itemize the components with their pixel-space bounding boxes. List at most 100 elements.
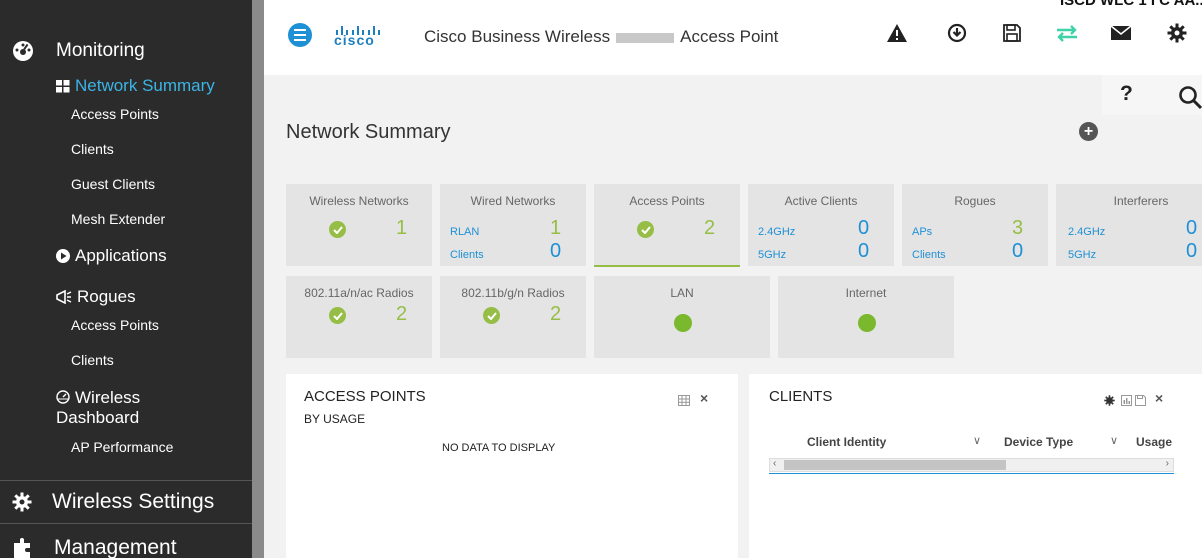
sidebar-item-applications[interactable]: Applications (56, 246, 167, 266)
top-header: cisco Cisco Business Wireless Access Poin… (264, 0, 1202, 75)
band-24-value: 0 (858, 217, 870, 239)
sidebar-item-rogues[interactable]: Rogues (56, 287, 136, 307)
chart-view-icon[interactable] (1121, 393, 1132, 411)
table-divider (769, 473, 1174, 474)
tile-interferers[interactable]: Interferers 2.4GHz 0 5GHz 0 (1056, 184, 1202, 266)
tile-radios-b[interactable]: 802.11b/g/n Radios 2 (440, 276, 586, 358)
tile-value: 1 (396, 217, 408, 239)
band-5-value: 0 (1186, 240, 1198, 262)
sidebar-item-guest-clients[interactable]: Guest Clients (71, 176, 155, 192)
scroll-left-icon[interactable]: ‹ (773, 458, 776, 469)
sidebar-item-label: Wireless Settings (52, 490, 215, 513)
scrollbar-thumb[interactable] (784, 460, 1006, 470)
band-5-label: 5GHz (1068, 249, 1097, 261)
table-view-icon[interactable] (678, 393, 690, 411)
rlan-label: RLAN (450, 226, 480, 238)
sidebar-item-rogue-clients[interactable]: Clients (71, 352, 114, 368)
sidebar-item-label: Applications (75, 246, 167, 265)
internet-status-dot (858, 314, 876, 332)
sync-icon[interactable] (1054, 20, 1080, 46)
dashboard-icon (12, 40, 34, 62)
panel-subtitle: BY USAGE (304, 412, 366, 426)
add-widget-button[interactable]: + (1079, 122, 1098, 141)
app-title-suffix: Access Point (680, 27, 779, 46)
tile-title: Internet (845, 286, 887, 300)
sidebar-item-monitoring[interactable]: Monitoring (12, 40, 145, 62)
save-icon[interactable] (1135, 393, 1146, 411)
page-title: Network Summary (286, 121, 451, 143)
sidebar-item-network-summary[interactable]: Network Summary (56, 76, 215, 96)
chevron-down-icon[interactable]: ∨ (973, 434, 981, 447)
tile-access-points[interactable]: Access Points 2 (594, 184, 740, 266)
rogue-icon (56, 290, 72, 304)
sidebar-item-label: Mesh Extender (71, 211, 166, 227)
mail-icon[interactable] (1108, 20, 1134, 46)
tile-title: Wired Networks (470, 194, 556, 208)
search-icon[interactable] (1178, 85, 1202, 111)
sidebar-item-label: Wireless Dashboard (56, 388, 141, 428)
save-icon[interactable] (999, 20, 1025, 46)
tile-value: 2 (550, 303, 562, 325)
sidebar-item-clients[interactable]: Clients (71, 141, 114, 157)
clients-value: 0 (1012, 240, 1024, 262)
tile-lan[interactable]: LAN (594, 276, 770, 358)
tile-title: LAN (670, 286, 694, 300)
main-content: ? Network Summary + Wireless Networks 1 … (264, 75, 1202, 558)
sidebar-item-rogue-access-points[interactable]: Access Points (71, 317, 159, 333)
tile-rogues[interactable]: Rogues APs 3 Clients 0 (902, 184, 1048, 266)
tile-wireless-networks[interactable]: Wireless Networks 1 (286, 184, 432, 266)
clients-label: Clients (450, 249, 484, 261)
sidebar-item-wireless-settings[interactable]: Wireless Settings (12, 490, 214, 514)
sidebar-item-label: Network Summary (75, 76, 215, 95)
dashboard-gauge-icon (56, 390, 70, 404)
tile-title: Access Points (629, 194, 705, 208)
band-24-label: 2.4GHz (758, 226, 796, 238)
sidebar-item-ap-performance[interactable]: AP Performance (71, 439, 173, 455)
aps-label: APs (912, 226, 933, 238)
download-icon[interactable] (944, 20, 970, 46)
dashboard-label: Dashboard (56, 408, 140, 427)
close-icon[interactable]: × (700, 390, 708, 406)
gear-icon[interactable] (1104, 393, 1115, 411)
redacted-box (616, 32, 675, 43)
sidebar-item-mesh-extender[interactable]: Mesh Extender (71, 211, 165, 227)
sidebar-scrollbar[interactable] (252, 0, 264, 558)
clients-value: 0 (550, 240, 562, 262)
tile-active-clients[interactable]: Active Clients 2.4GHz 0 5GHz 0 (748, 184, 894, 266)
panel-title: CLIENTS (769, 388, 833, 405)
tile-internet[interactable]: Internet (778, 276, 954, 358)
sidebar-item-label: Access Points (71, 106, 159, 122)
play-circle-icon (56, 249, 70, 263)
column-header-usage[interactable]: Usage (1136, 435, 1172, 449)
sidebar-item-access-points[interactable]: Access Points (71, 106, 159, 122)
grid-icon (56, 79, 70, 93)
column-header-client-identity[interactable]: Client Identity (807, 435, 886, 449)
column-header-device-type[interactable]: Device Type (1004, 435, 1073, 449)
clients-panel: CLIENTS × Client Identity ∨ Device Type … (749, 374, 1202, 558)
sidebar-item-management[interactable]: Management (12, 536, 177, 558)
close-icon[interactable]: × (1155, 390, 1163, 406)
access-points-panel: ACCESS POINTS BY USAGE × NO DATA TO DISP… (286, 374, 738, 558)
wireless-label: Wireless (75, 388, 141, 407)
tile-title: Wireless Networks (309, 194, 409, 208)
scroll-right-icon[interactable]: › (1166, 458, 1169, 469)
sidebar-divider (0, 480, 252, 481)
menu-toggle-button[interactable] (288, 23, 312, 47)
horizontal-scrollbar[interactable]: ‹ › (769, 458, 1174, 472)
tile-wired-networks[interactable]: Wired Networks RLAN 1 Clients 0 (440, 184, 586, 266)
gear-icon (12, 492, 32, 512)
chevron-down-icon[interactable]: ∨ (1110, 434, 1118, 447)
aps-value: 3 (1012, 217, 1024, 239)
logo-text: cisco (334, 32, 375, 48)
tile-title: Active Clients (784, 194, 858, 208)
tile-title: Interferers (1113, 194, 1169, 208)
gear-icon[interactable] (1164, 20, 1190, 46)
warning-icon[interactable] (884, 20, 910, 46)
device-name-strip: ISCD WLC 1 I C AA..AA.DD.DD (1060, 0, 1202, 9)
lan-status-dot (674, 314, 692, 332)
sidebar-item-label: Guest Clients (71, 176, 156, 192)
check-circle-icon (483, 307, 500, 324)
sidebar-item-wireless-dashboard[interactable]: Wireless Dashboard (56, 388, 140, 428)
question-icon[interactable]: ? (1120, 82, 1133, 106)
tile-radios-a[interactable]: 802.11a/n/ac Radios 2 (286, 276, 432, 358)
